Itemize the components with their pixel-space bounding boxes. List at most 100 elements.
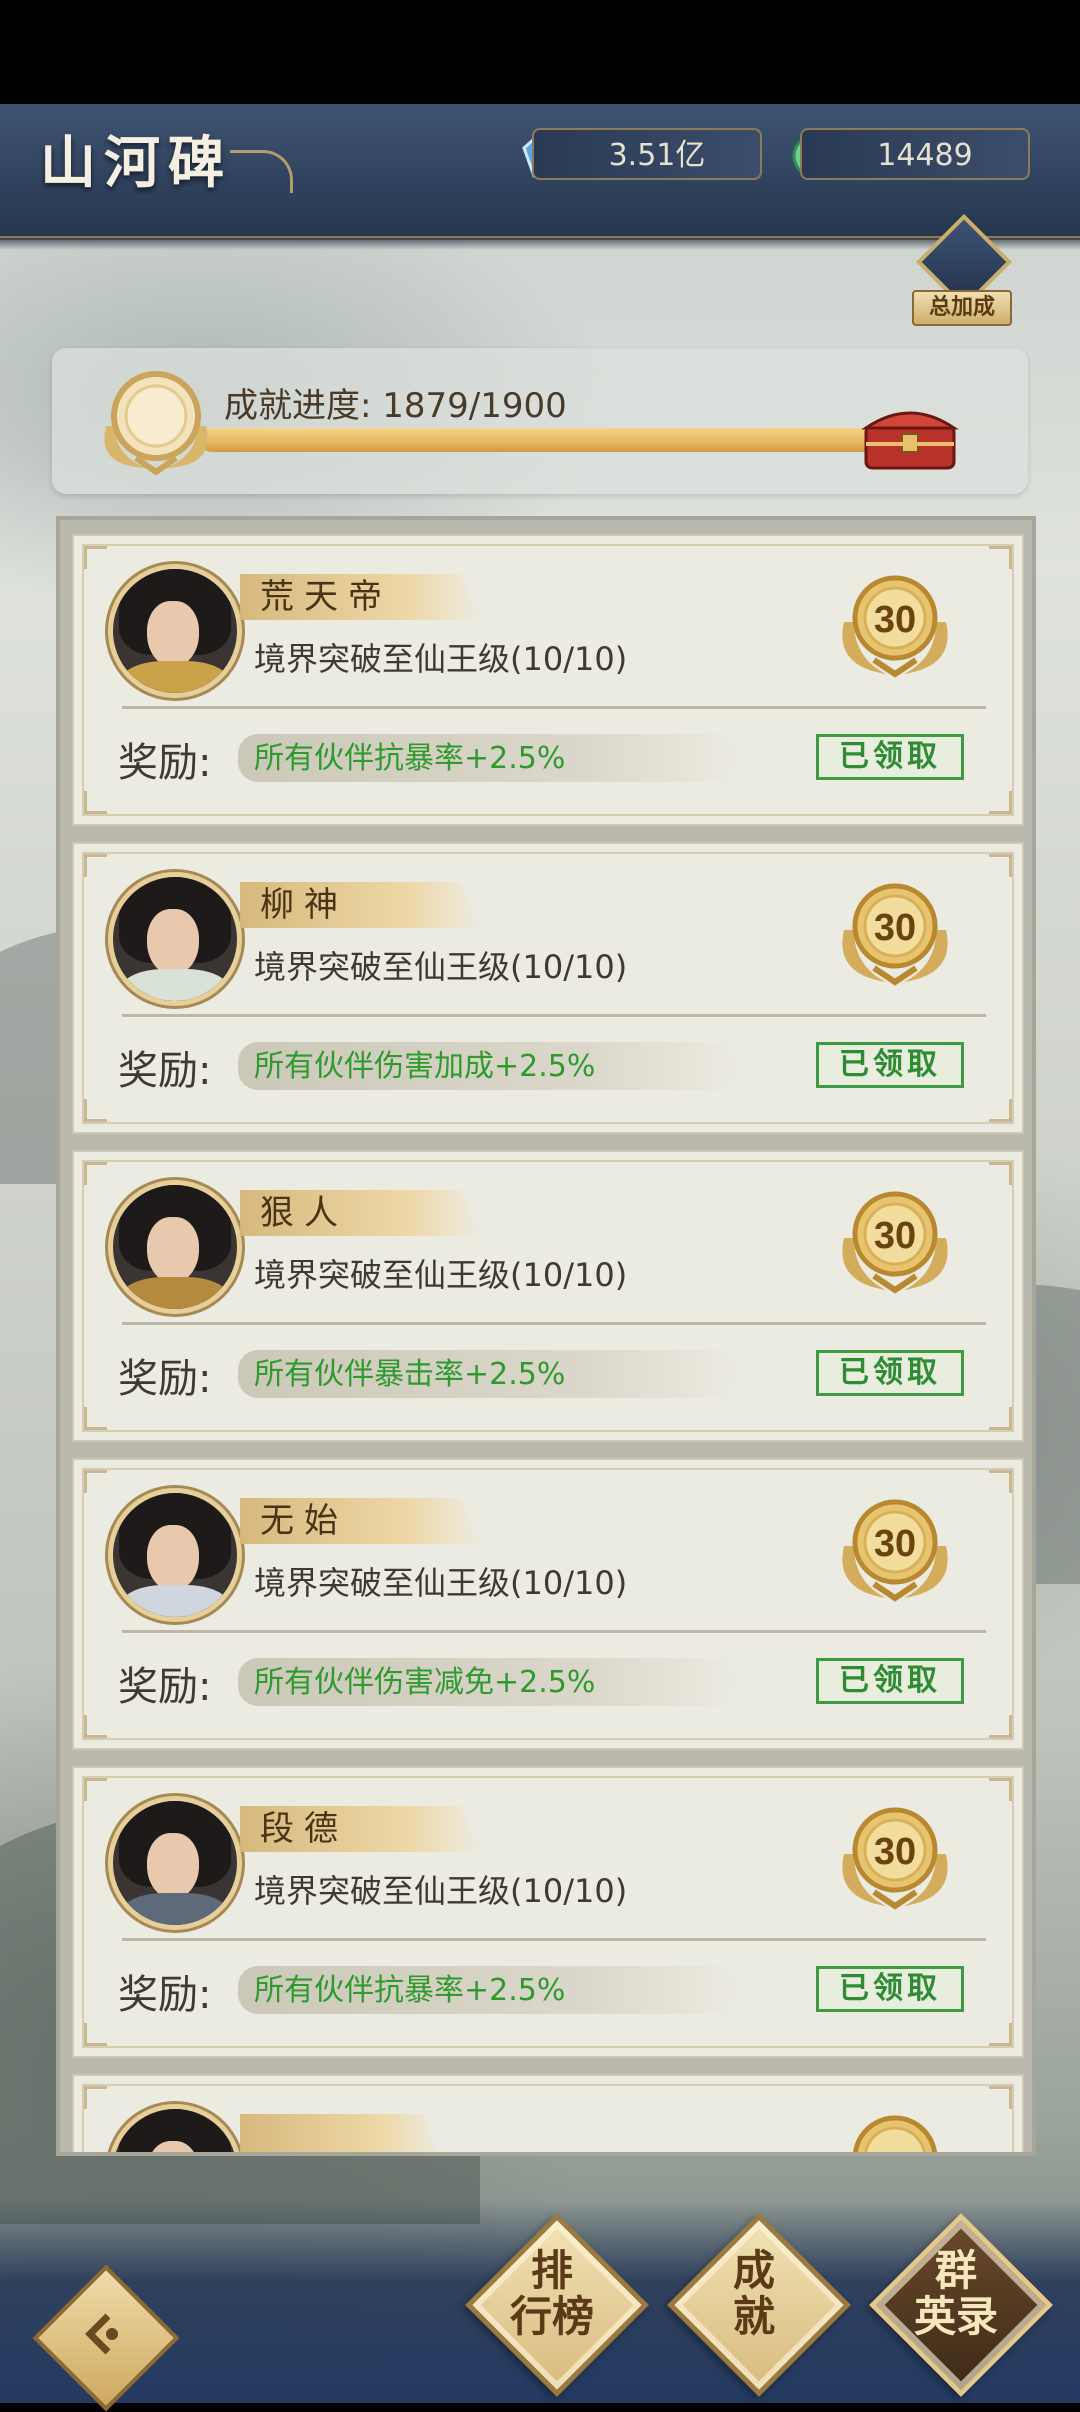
card-corner-ornament [989,1715,1012,1738]
avatar-body [121,1277,229,1309]
card-corner-ornament [989,1099,1012,1122]
reward-label: 奖励: [118,1356,212,1402]
card-corner-ornament [989,546,1012,569]
currency-crystal[interactable]: 3.51亿 [532,128,762,180]
nav-ranking-label-line1: 排 [530,2246,573,2295]
page-title: 山河碑 [40,130,232,196]
hero-name: 无始 [260,1501,348,1541]
claimed-button[interactable]: 已领取 [816,1042,964,1088]
claimed-button[interactable]: 已领取 [816,734,964,780]
hero-avatar[interactable] [108,872,242,1006]
card-corner-ornament [84,1715,107,1738]
currency-jade[interactable]: 14489 [800,128,1030,180]
avatar-face [147,909,199,975]
hero-name: 荒天帝 [260,577,392,617]
card-corner-ornament [989,1162,1012,1185]
medal-30-icon: 30 [842,883,948,986]
avatar-face [147,1525,199,1591]
medal-30-icon: 30 [842,575,948,678]
avatar-face [147,601,199,667]
hero-avatar[interactable] [108,1796,242,1930]
hero-avatar[interactable] [108,1488,242,1622]
jade-amount: 14489 [877,138,973,173]
hero-name: 柳神 [260,885,348,925]
nav-ranking-label-line2: 行榜 [509,2292,594,2341]
avatar-body [121,969,229,1001]
hero-avatar[interactable] [108,2104,242,2152]
card-divider [122,1938,986,1941]
achievement-description: 境界突破至仙王级(10/10) [254,1256,628,1294]
reward-label: 奖励: [118,740,212,786]
progress-label: 成就进度: 1879/1900 [224,386,567,426]
card-divider [122,1322,986,1325]
medal-value: 30 [874,1831,916,1873]
nav-ranking-label: 排 行榜 [492,2248,612,2340]
card-corner-ornament [989,2086,1012,2109]
card-corner-ornament [84,1099,107,1122]
achievement-card: 段德 境界突破至仙王级(10/10) 30 奖励: 所有伙伴抗暴率+2.5% 已… [72,1766,1024,2058]
achievement-card: 柳神 境界突破至仙王级(10/10) 30 奖励: 所有伙伴伤害加成+2.5% … [72,842,1024,1134]
card-corner-ornament [989,854,1012,877]
card-corner-ornament [989,1470,1012,1493]
avatar-body [121,1585,229,1617]
medal-30-icon: 30 [842,1191,948,1294]
reward-label: 奖励: [118,1664,212,1710]
card-corner-ornament [84,1407,107,1430]
nav-achievement-label-line1: 成 [732,2246,775,2295]
reward-text: 所有伙伴伤害减免+2.5% [254,1665,596,1700]
medal-value: 30 [874,599,916,641]
back-arrow-icon [85,2313,118,2355]
achievement-description: 境界突破至仙王级(10/10) [254,948,628,986]
reward-label: 奖励: [118,1972,212,2018]
achievement-medal-icon [104,371,208,476]
medal-30-icon [852,2115,938,2152]
avatar-face [147,1833,199,1899]
claimed-button[interactable]: 已领取 [816,1658,964,1704]
progress-bar [200,428,880,452]
card-corner-ornament [989,791,1012,814]
card-corner-ornament [84,1162,107,1185]
nav-heroes-label-line2: 英录 [913,2292,998,2341]
nav-achievement-label-line2: 就 [732,2292,775,2341]
achievement-description: 境界突破至仙王级(10/10) [254,1872,628,1910]
claimed-button[interactable]: 已领取 [816,1350,964,1396]
hero-name-banner [240,2114,440,2152]
avatar-face [147,1217,199,1283]
card-corner-ornament [989,1407,1012,1430]
achievement-list[interactable]: 荒天帝 境界突破至仙王级(10/10) 30 奖励: 所有伙伴抗暴率+2.5% … [56,516,1036,2156]
treasure-chest-icon[interactable] [860,400,960,472]
achievement-description: 境界突破至仙王级(10/10) [254,640,628,678]
card-corner-ornament [84,854,107,877]
card-divider [122,1014,986,1017]
total-bonus-button[interactable]: 总加成 [912,213,1013,328]
medal-30-icon: 30 [842,1807,948,1910]
hero-avatar[interactable] [108,564,242,698]
achievement-card: 无始 境界突破至仙王级(10/10) 30 奖励: 所有伙伴伤害减免+2.5% … [72,1458,1024,1750]
card-corner-ornament [84,2086,107,2109]
card-corner-ornament [84,2023,107,2046]
achievement-card: 狠人 境界突破至仙王级(10/10) 30 奖励: 所有伙伴暴击率+2.5% 已… [72,1150,1024,1442]
achievement-card [72,2074,1024,2152]
card-divider [122,706,986,709]
card-corner-ornament [84,1470,107,1493]
achievement-description: 境界突破至仙王级(10/10) [254,1564,628,1602]
medal-value: 30 [874,1523,916,1565]
card-corner-ornament [989,2023,1012,2046]
hero-name: 段德 [260,1809,348,1849]
hero-avatar[interactable] [108,1180,242,1314]
card-corner-ornament [989,1778,1012,1801]
achievement-card: 荒天帝 境界突破至仙王级(10/10) 30 奖励: 所有伙伴抗暴率+2.5% … [72,534,1024,826]
nav-heroes-label-line1: 群 [934,2246,977,2295]
total-bonus-label: 总加成 [912,290,1012,326]
crystal-amount: 3.51亿 [608,138,706,173]
reward-text: 所有伙伴抗暴率+2.5% [254,1973,566,2008]
medal-30-icon: 30 [842,1499,948,1602]
card-corner-ornament [84,546,107,569]
avatar-body [121,661,229,693]
claimed-button[interactable]: 已领取 [816,1966,964,2012]
reward-text: 所有伙伴暴击率+2.5% [254,1357,566,1392]
nav-heroes-label: 群 英录 [896,2248,1016,2340]
medal-value: 30 [874,1215,916,1257]
reward-text: 所有伙伴伤害加成+2.5% [254,1049,596,1084]
card-corner-ornament [84,791,107,814]
